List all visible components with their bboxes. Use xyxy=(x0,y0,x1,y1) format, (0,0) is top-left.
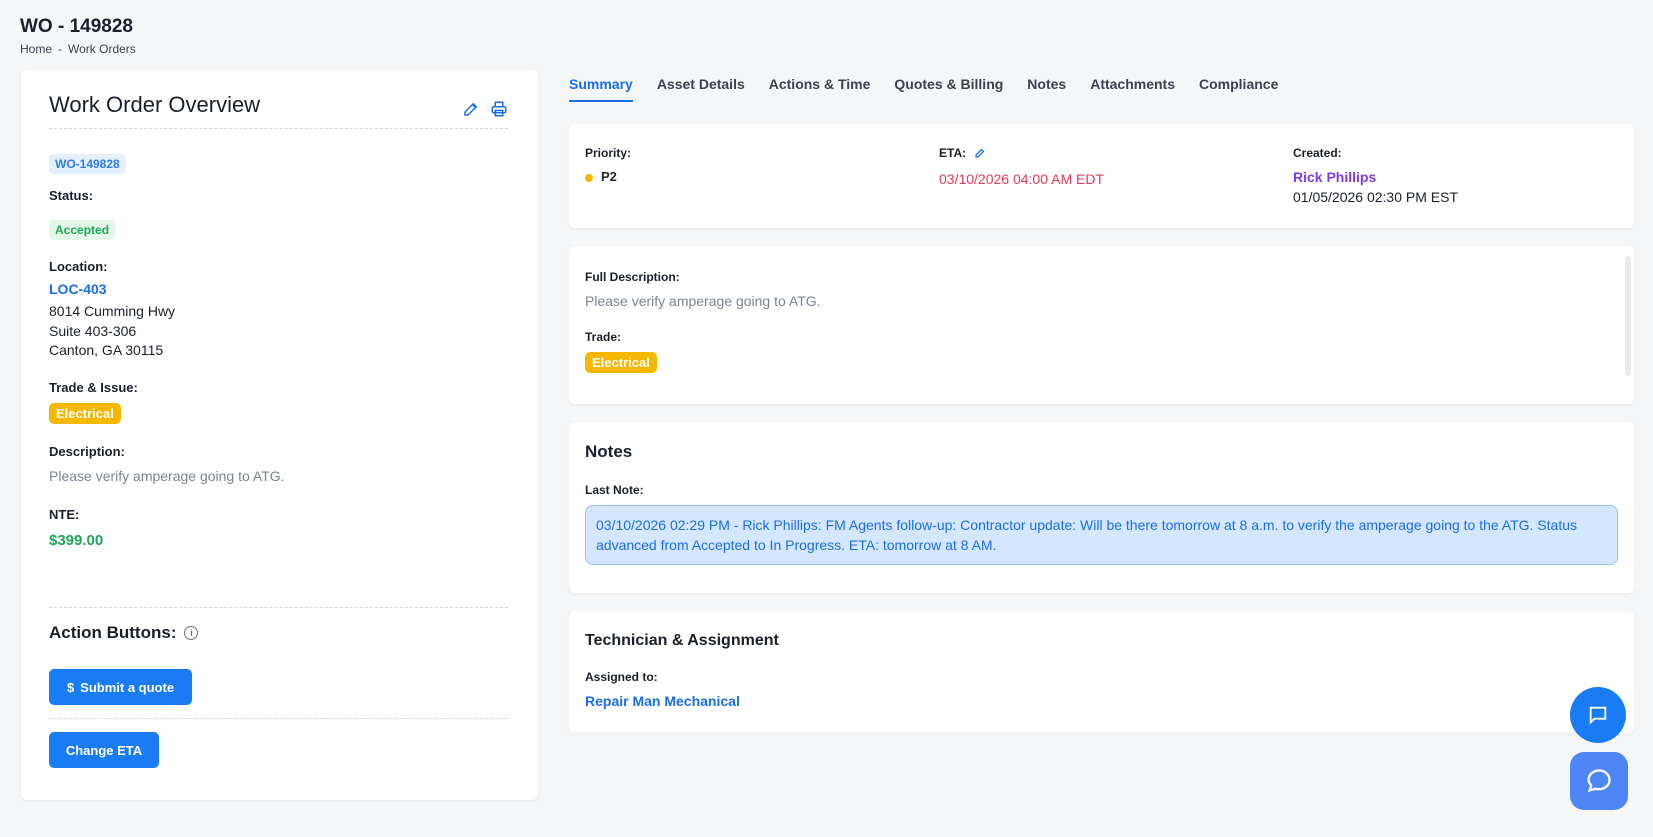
address-line-1: 8014 Cumming Hwy xyxy=(49,303,176,319)
assigned-to-label: Assigned to: xyxy=(585,670,658,684)
priority-label: Priority: xyxy=(585,146,632,160)
priority-value: P2 xyxy=(601,169,617,184)
address-line-2: Suite 403-306 xyxy=(49,323,137,339)
support-icon xyxy=(1587,769,1611,793)
breadcrumb-separator: - xyxy=(58,42,63,56)
eta-label: ETA: xyxy=(939,146,967,160)
trade-container: Electrical xyxy=(585,352,657,373)
notes-title: Notes xyxy=(585,442,633,461)
description-text: Please verify amperage going to ATG. xyxy=(49,468,285,484)
action-buttons-label: Action Buttons: xyxy=(49,623,177,642)
breadcrumb-home[interactable]: Home xyxy=(20,42,52,56)
priority-value-container: P2 xyxy=(585,169,617,184)
status-label: Status: xyxy=(49,188,94,203)
technician-panel: Technician & Assignment Assigned to: Rep… xyxy=(569,611,1634,733)
notes-panel: Notes Last Note: 03/10/2026 02:29 PM - R… xyxy=(569,422,1634,593)
created-by-link[interactable]: Rick Phillips xyxy=(1293,169,1376,185)
tab-summary[interactable]: Summary xyxy=(569,76,633,102)
info-icon[interactable]: i xyxy=(184,626,199,640)
tab-compliance[interactable]: Compliance xyxy=(1199,76,1278,102)
priority-dot xyxy=(585,173,593,182)
pencil-icon[interactable] xyxy=(974,147,986,159)
created-at: 01/05/2026 02:30 PM EST xyxy=(1293,189,1458,205)
action-buttons-title: Action Buttons: i xyxy=(49,623,199,643)
submit-quote-button[interactable]: $ Submit a quote xyxy=(49,669,192,705)
overview-actions xyxy=(462,100,508,118)
printer-icon[interactable] xyxy=(490,100,508,118)
last-note: 03/10/2026 02:29 PM - Rick Phillips: FM … xyxy=(585,505,1618,565)
tab-asset-details[interactable]: Asset Details xyxy=(657,76,745,102)
divider xyxy=(49,607,508,608)
pencil-icon[interactable] xyxy=(462,100,480,118)
trade-badge: Electrical xyxy=(49,403,121,424)
divider xyxy=(49,128,508,129)
full-description-label: Full Description: xyxy=(585,270,680,284)
summary-panel: Priority: P2 ETA: 03/10/2026 04:00 AM ED… xyxy=(569,124,1634,228)
dollar-icon: $ xyxy=(66,679,75,695)
trade-label: Trade & Issue: xyxy=(49,380,138,395)
change-eta-label: Change ETA xyxy=(65,742,143,758)
change-eta-button[interactable]: Change ETA xyxy=(49,732,159,768)
tab-actions-time[interactable]: Actions & Time xyxy=(769,76,871,102)
last-note-label: Last Note: xyxy=(585,483,644,497)
tab-notes[interactable]: Notes xyxy=(1027,76,1066,102)
page-title: WO - 149828 xyxy=(20,16,133,37)
trade-container: Electrical xyxy=(49,403,121,424)
support-button[interactable] xyxy=(1570,752,1628,810)
eta-label-container: ETA: xyxy=(939,146,986,160)
divider xyxy=(49,718,508,719)
eta-value: 03/10/2026 04:00 AM EDT xyxy=(939,171,1104,187)
full-description-panel: Full Description: Please verify amperage… xyxy=(569,246,1634,404)
tab-attachments[interactable]: Attachments xyxy=(1090,76,1175,102)
chat-icon xyxy=(1589,706,1607,725)
tab-quotes-billing[interactable]: Quotes & Billing xyxy=(894,76,1003,102)
breadcrumb-work-orders[interactable]: Work Orders xyxy=(68,42,136,56)
trade-label: Trade: xyxy=(585,330,622,344)
nte-label: NTE: xyxy=(49,507,80,522)
page-header: WO - 149828 Home - Work Orders xyxy=(20,16,136,56)
work-order-overview-card: Work Order Overview WO-149828 Status: Ac… xyxy=(21,70,538,800)
created-label: Created: xyxy=(1293,146,1342,160)
overview-title: Work Order Overview xyxy=(49,92,261,117)
location-label: Location: xyxy=(49,259,108,274)
description-label: Description: xyxy=(49,444,125,459)
wo-id-badge: WO-149828 xyxy=(49,154,126,174)
chat-button[interactable] xyxy=(1570,687,1626,743)
trade-badge: Electrical xyxy=(585,352,657,373)
location-link[interactable]: LOC-403 xyxy=(49,281,107,297)
nte-value: $399.00 xyxy=(49,532,104,549)
status-badge: Accepted xyxy=(49,220,116,240)
tab-bar: Summary Asset Details Actions & Time Quo… xyxy=(569,76,1278,102)
assigned-to-link[interactable]: Repair Man Mechanical xyxy=(585,693,740,709)
full-description-text: Please verify amperage going to ATG. xyxy=(585,293,821,309)
address-line-3: Canton, GA 30115 xyxy=(49,342,164,358)
technician-title: Technician & Assignment xyxy=(585,632,779,649)
breadcrumb: Home - Work Orders xyxy=(20,42,136,56)
panel-scrollbar[interactable] xyxy=(1625,256,1631,376)
submit-quote-label: Submit a quote xyxy=(80,679,175,695)
